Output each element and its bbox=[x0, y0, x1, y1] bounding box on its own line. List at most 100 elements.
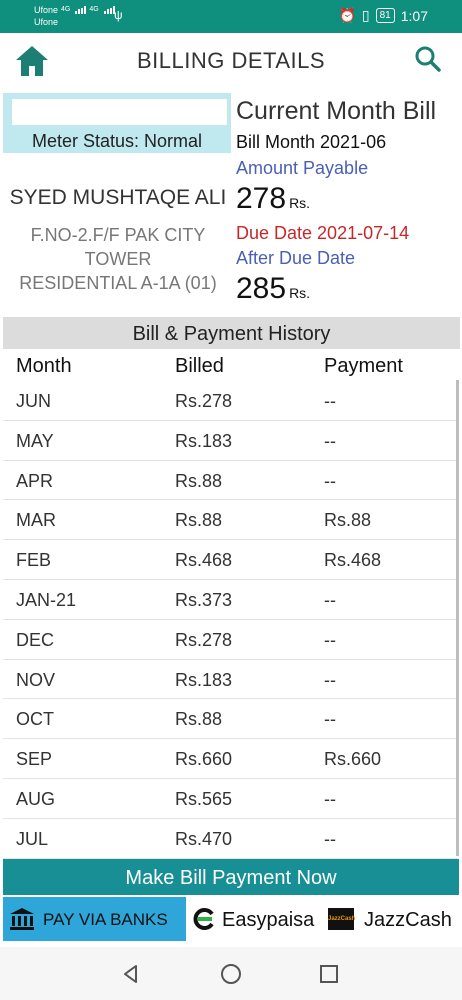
cell-month: JUL bbox=[16, 828, 49, 849]
jazzcash-label: JazzCash bbox=[364, 909, 452, 931]
home-nav-icon[interactable] bbox=[220, 963, 242, 985]
cell-month: MAY bbox=[16, 430, 54, 451]
address-line-1: F.NO-2.F/F PAK CITY TOWER bbox=[30, 225, 206, 269]
table-row: APR Rs.88 -- bbox=[3, 461, 458, 501]
table-row: DEC Rs.278 -- bbox=[3, 620, 458, 660]
cell-billed: Rs.565 bbox=[175, 788, 233, 809]
table-row: JAN-21 Rs.373 -- bbox=[3, 580, 458, 620]
amount-payable: 278 Rs. bbox=[236, 181, 462, 222]
cell-month: JAN-21 bbox=[16, 589, 77, 610]
cell-payment: -- bbox=[324, 589, 336, 610]
cell-month: SEP bbox=[16, 749, 53, 770]
pay-via-banks-label: PAY VIA BANKS bbox=[43, 910, 168, 929]
cell-month: JUN bbox=[16, 391, 51, 411]
customer-name: SYED MUSHTAQE ALI bbox=[9, 186, 227, 209]
cell-payment: Rs.88 bbox=[324, 510, 372, 531]
vibrate-icon: ▯ bbox=[361, 7, 370, 23]
cell-payment: -- bbox=[324, 788, 336, 809]
history-scrollbar[interactable] bbox=[456, 380, 459, 856]
current-bill-panel: Current Month Bill Bill Month 2021-06 Am… bbox=[236, 97, 462, 312]
battery-icon: 81 bbox=[375, 8, 395, 23]
table-row: JUN Rs.278 -- bbox=[3, 381, 458, 421]
cell-billed: Rs.183 bbox=[175, 669, 233, 690]
amount-value: 278 bbox=[236, 182, 287, 215]
cell-payment: -- bbox=[324, 430, 336, 451]
system-nav-bar bbox=[0, 947, 462, 1000]
current-bill-title: Current Month Bill bbox=[236, 97, 437, 125]
cell-month: OCT bbox=[16, 709, 54, 730]
easypaisa-button[interactable]: Easypaisa bbox=[190, 897, 325, 941]
cell-payment: -- bbox=[324, 669, 336, 690]
search-icon[interactable] bbox=[414, 45, 442, 73]
clock: 1:07 bbox=[400, 7, 428, 24]
bank-icon bbox=[10, 908, 34, 930]
pay-via-banks-button[interactable]: PAY VIA BANKS bbox=[3, 897, 186, 941]
cell-billed: Rs.183 bbox=[175, 430, 233, 451]
signal-icon bbox=[75, 6, 87, 14]
table-row: NOV Rs.183 -- bbox=[3, 660, 458, 700]
cell-billed: Rs.88 bbox=[175, 510, 223, 531]
easypaisa-logo-icon bbox=[193, 908, 214, 930]
column-header-month: Month bbox=[16, 355, 72, 377]
meter-panel: Meter Status: Normal bbox=[3, 93, 231, 153]
cell-month: FEB bbox=[16, 550, 52, 571]
due-date: Due Date 2021-07-14 bbox=[236, 223, 410, 243]
table-row: AUG Rs.565 -- bbox=[3, 779, 458, 819]
table-row: FEB Rs.468 Rs.468 bbox=[3, 540, 458, 580]
carrier-name-1: Ufone bbox=[34, 5, 59, 15]
table-row: MAY Rs.183 -- bbox=[3, 421, 458, 461]
cell-payment: Rs.468 bbox=[324, 550, 382, 571]
after-due-currency: Rs. bbox=[289, 285, 311, 301]
address-line-2: RESIDENTIAL A-1A (01) bbox=[19, 273, 217, 293]
cell-billed: Rs.468 bbox=[175, 550, 233, 571]
meter-status: Meter Status: Normal bbox=[31, 131, 203, 151]
back-icon[interactable] bbox=[121, 964, 141, 984]
after-due-amount: 285 Rs. bbox=[236, 271, 462, 312]
cell-billed: Rs.88 bbox=[175, 470, 223, 491]
cell-month: DEC bbox=[16, 629, 55, 650]
status-bar: Ufone 4G 4G Ufone ψ ⏰ ▯ 81 1:07 bbox=[0, 0, 462, 33]
table-row: MAR Rs.88 Rs.88 bbox=[3, 500, 458, 541]
cell-month: MAR bbox=[16, 510, 56, 531]
page-title: BILLING DETAILS bbox=[136, 48, 326, 73]
alarm-icon: ⏰ bbox=[338, 7, 356, 23]
cell-payment: Rs.660 bbox=[324, 749, 382, 770]
cell-payment: -- bbox=[324, 828, 336, 849]
cell-month: AUG bbox=[16, 788, 56, 809]
column-header-payment: Payment bbox=[324, 355, 403, 377]
amount-currency: Rs. bbox=[289, 195, 311, 211]
bill-info: Meter Status: Normal SYED MUSHTAQE ALI F… bbox=[0, 91, 462, 317]
recent-apps-icon[interactable] bbox=[320, 965, 338, 983]
cell-payment: -- bbox=[324, 391, 336, 411]
network-type-1: 4G bbox=[61, 6, 71, 13]
column-header-billed: Billed bbox=[175, 355, 224, 377]
carrier-name-2: Ufone bbox=[34, 17, 59, 27]
after-due-value: 285 bbox=[236, 272, 287, 305]
amount-payable-label: Amount Payable bbox=[236, 158, 369, 178]
payment-options: PAY VIA BANKS Easypaisa JazzCash JazzCas… bbox=[0, 895, 462, 943]
table-row: OCT Rs.88 -- bbox=[3, 699, 458, 740]
cell-month: APR bbox=[16, 470, 54, 491]
make-payment-button[interactable]: Make Bill Payment Now bbox=[3, 859, 459, 895]
cell-billed: Rs.88 bbox=[175, 709, 223, 730]
usb-icon: ψ bbox=[114, 8, 123, 22]
app-bar: BILLING DETAILS bbox=[0, 33, 462, 91]
table-row: JUL Rs.470 -- bbox=[3, 819, 458, 859]
easypaisa-label: Easypaisa bbox=[222, 909, 315, 931]
cell-billed: Rs.660 bbox=[175, 749, 233, 770]
cell-billed: Rs.470 bbox=[175, 828, 233, 849]
bill-month: Bill Month 2021-06 bbox=[236, 132, 387, 152]
cell-billed: Rs.278 bbox=[175, 391, 233, 411]
jazzcash-button[interactable]: JazzCash JazzCash bbox=[328, 897, 462, 941]
cell-payment: -- bbox=[324, 470, 336, 491]
cell-payment: -- bbox=[324, 709, 336, 730]
history-table[interactable]: JUN Rs.278 -- MAY Rs.183 -- APR Rs.88 -- MAR Rs.88… bbox=[3, 381, 458, 859]
cell-payment: -- bbox=[324, 629, 336, 650]
meter-number-field[interactable] bbox=[12, 99, 227, 125]
jazzcash-logo-icon: JazzCash bbox=[328, 908, 355, 930]
customer-address: F.NO-2.F/F PAK CITY TOWER RESIDENTIAL A-… bbox=[4, 223, 232, 295]
after-due-label: After Due Date bbox=[236, 248, 356, 268]
network-type-2: 4G bbox=[89, 6, 99, 13]
history-column-headers: Month Billed Payment bbox=[0, 349, 462, 381]
carrier-info: Ufone 4G 4G Ufone bbox=[34, 4, 115, 28]
